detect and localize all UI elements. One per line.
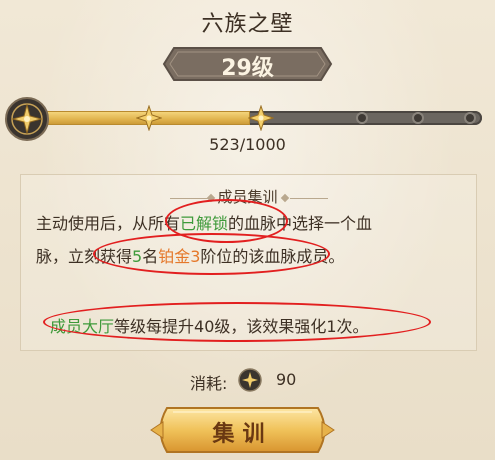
milestone-dot-icon (414, 114, 422, 122)
train-button-label: 集训 (212, 422, 273, 447)
cost-label: 消耗: (190, 374, 228, 393)
annotation-ellipse (93, 233, 330, 275)
page-title: 六族之壁 (201, 12, 294, 37)
progress-text: 523/1000 (209, 135, 286, 154)
level-label: 29级 (221, 56, 274, 81)
milestone-star-icon (248, 105, 274, 131)
star-emblem-icon (238, 368, 262, 392)
milestone-dot-icon (358, 114, 366, 122)
desc-text: 主动使用后，从所有 (36, 214, 181, 233)
milestone-star-icon (136, 105, 162, 131)
train-button[interactable]: 集训 (145, 402, 340, 458)
annotation-ellipse (43, 302, 431, 342)
level-badge: 29级 (160, 44, 335, 84)
milestone-dot-icon (466, 114, 474, 122)
cost-value: 90 (276, 370, 297, 389)
